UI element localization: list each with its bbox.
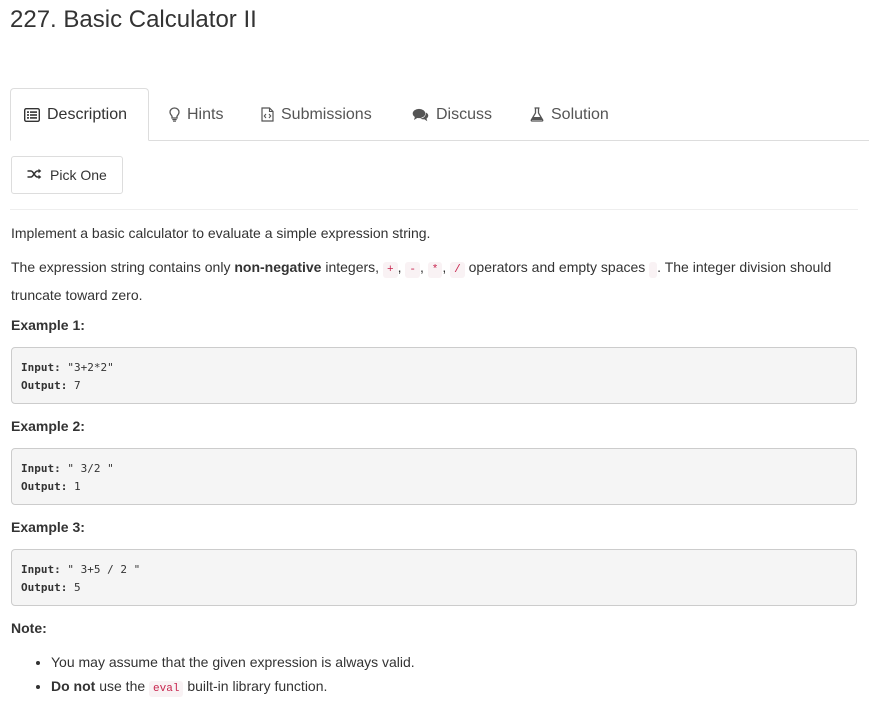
bold-text: Do not: [51, 678, 96, 694]
output-label: Output:: [21, 480, 68, 493]
note-text: built-in library function.: [183, 678, 328, 694]
output-value: 7: [67, 379, 81, 392]
code-plus: +: [382, 262, 398, 278]
text-segment: operators and empty spaces: [464, 259, 650, 275]
input-value: " 3+5 / 2 ": [60, 563, 141, 576]
tab-label: Discuss: [436, 105, 493, 123]
comments-icon: [412, 108, 429, 122]
note-list: You may assume that the given expression…: [11, 650, 415, 701]
constraints-text: The expression string contains only non-…: [11, 255, 851, 308]
tab-bar: Description Hints Submissions Discuss So…: [10, 88, 869, 141]
tab-discuss[interactable]: Discuss: [399, 88, 505, 141]
input-label: Input:: [21, 563, 61, 576]
lightbulb-icon: [169, 107, 180, 122]
submissions-icon: [261, 107, 274, 122]
example-heading: Example 3:: [11, 519, 85, 535]
description-icon: [24, 107, 40, 122]
separator: ,: [442, 259, 451, 275]
note-heading: Note:: [11, 620, 47, 636]
tab-description[interactable]: Description: [10, 88, 149, 141]
output-value: 1: [67, 480, 81, 493]
input-value: "3+2*2": [60, 361, 114, 374]
text-segment: integers,: [321, 259, 383, 275]
tab-label: Solution: [551, 105, 609, 123]
pick-one-button[interactable]: Pick One: [11, 156, 123, 194]
list-item: You may assume that the given expression…: [51, 650, 415, 674]
output-label: Output:: [21, 581, 68, 594]
code-multiply: *: [427, 262, 443, 278]
intro-text: Implement a basic calculator to evaluate…: [11, 225, 431, 241]
example-heading: Example 1:: [11, 317, 85, 333]
bold-text: non-negative: [234, 259, 322, 275]
code-minus: -: [405, 262, 420, 278]
note-text: You may assume that the given expression…: [51, 654, 415, 670]
tab-submissions[interactable]: Submissions: [248, 88, 385, 141]
text-segment: The expression string contains only: [11, 259, 235, 275]
page-title: 227. Basic Calculator II: [10, 6, 257, 33]
output-value: 5: [67, 581, 81, 594]
code-space: [649, 262, 658, 278]
note-text: use the: [95, 678, 150, 694]
shuffle-icon: [27, 167, 42, 183]
code-divide: /: [450, 262, 465, 278]
tab-hints[interactable]: Hints: [156, 88, 236, 141]
pick-one-label: Pick One: [50, 167, 107, 183]
example-heading: Example 2:: [11, 418, 85, 434]
tab-label: Hints: [187, 105, 224, 123]
example-code-block: Input: "3+2*2" Output: 7: [11, 347, 857, 404]
input-value: " 3/2 ": [60, 462, 114, 475]
separator: ,: [419, 259, 428, 275]
input-label: Input:: [21, 462, 61, 475]
tab-label: Submissions: [281, 105, 372, 123]
tab-label: Description: [47, 105, 128, 123]
tab-solution[interactable]: Solution: [517, 88, 622, 141]
example-code-block: Input: " 3/2 " Output: 1: [11, 448, 857, 505]
code-eval: eval: [149, 681, 184, 697]
divider: [10, 209, 858, 210]
output-label: Output:: [21, 379, 68, 392]
example-code-block: Input: " 3+5 / 2 " Output: 5: [11, 549, 857, 606]
flask-icon: [530, 107, 544, 122]
input-label: Input:: [21, 361, 61, 374]
list-item: Do not use the eval built-in library fun…: [51, 674, 415, 701]
